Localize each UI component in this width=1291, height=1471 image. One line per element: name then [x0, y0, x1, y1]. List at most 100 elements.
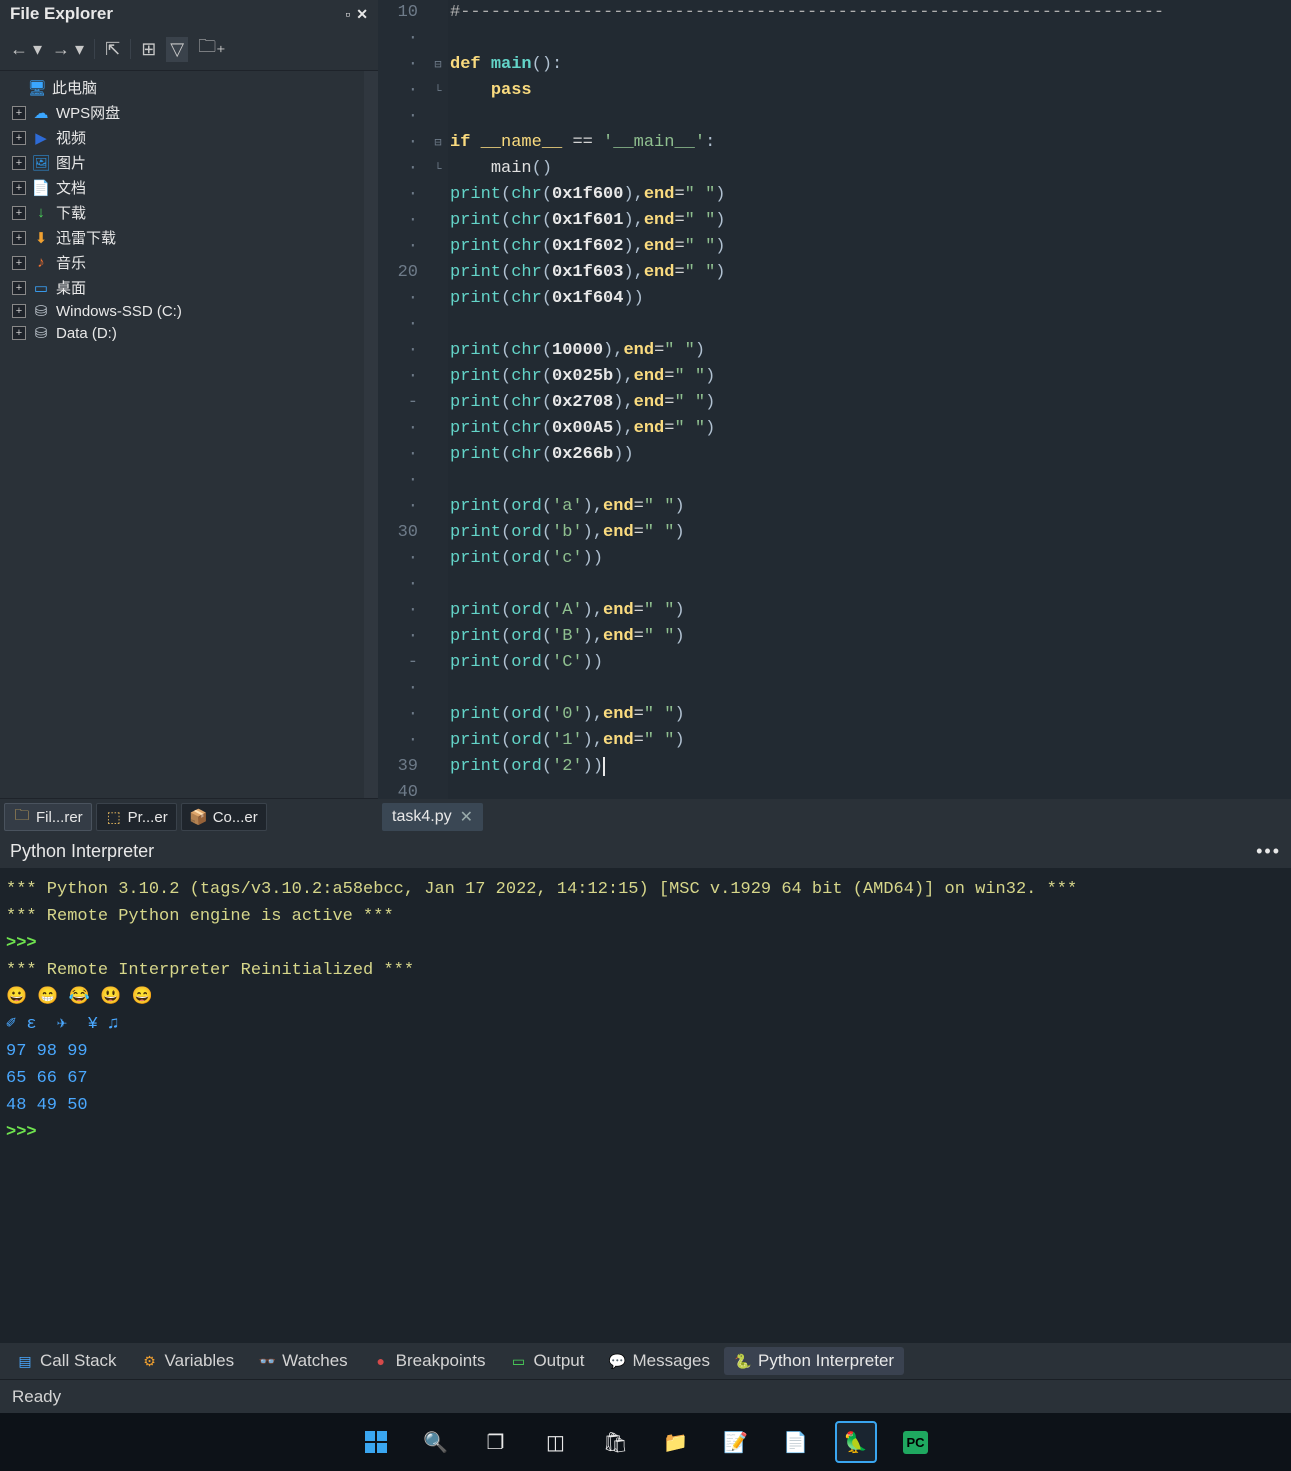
- file-explorer-toolbar: ← ▾ → ▾ ⇱ ⊞ ▽ 🗀₊: [0, 28, 378, 71]
- back-button[interactable]: ← ▾: [10, 39, 42, 60]
- store-icon[interactable]: 🛍: [595, 1421, 637, 1463]
- notes-icon[interactable]: 📄: [775, 1421, 817, 1463]
- output-line: 48 49 50: [6, 1092, 1285, 1119]
- interpreter-menu-icon[interactable]: •••: [1256, 841, 1281, 862]
- tab-icon: ⚙: [141, 1353, 159, 1370]
- bottom-tab-output[interactable]: ▭Output: [499, 1347, 594, 1375]
- expander-icon[interactable]: +: [12, 304, 26, 318]
- bottom-tab-variables[interactable]: ⚙Variables: [131, 1347, 245, 1375]
- tab-icon: ▤: [16, 1353, 34, 1370]
- left-tab[interactable]: ⬚Pr...er: [96, 803, 177, 831]
- expander-icon[interactable]: +: [12, 106, 26, 120]
- tree-item[interactable]: +⛁Data (D:): [6, 322, 358, 344]
- bottom-tab-call-stack[interactable]: ▤Call Stack: [6, 1347, 127, 1375]
- tab-icon: 📦: [190, 808, 208, 826]
- file-explorer-title: File Explorer: [10, 4, 113, 24]
- folder-icon: 🖼: [32, 154, 50, 172]
- tab-icon: ▭: [509, 1353, 527, 1370]
- output-line: >>>: [6, 1119, 1285, 1146]
- left-tab[interactable]: 📦Co...er: [181, 803, 267, 831]
- folder-icon: ⛁: [32, 324, 50, 342]
- expander-icon[interactable]: +: [12, 231, 26, 245]
- folder-icon: ⬇: [32, 229, 50, 247]
- editor-tab-task4[interactable]: task4.py ✕: [382, 803, 483, 831]
- bottom-tab-watches[interactable]: 👓Watches: [248, 1347, 358, 1375]
- folder-icon: ▭: [32, 279, 50, 297]
- bottom-tab-messages[interactable]: 💬Messages: [599, 1347, 720, 1375]
- expander-icon[interactable]: +: [12, 156, 26, 170]
- app-icon[interactable]: 🦜: [835, 1421, 877, 1463]
- expander-icon[interactable]: +: [12, 256, 26, 270]
- interpreter-title: Python Interpreter: [10, 841, 154, 862]
- taskbar: 🔍 ❐ ◫ 🛍 📁 📝 📄 🦜 PC: [0, 1413, 1291, 1471]
- output-line: *** Remote Python engine is active ***: [6, 903, 1285, 930]
- expander-icon[interactable]: +: [12, 281, 26, 295]
- new-folder-button[interactable]: 🗀₊: [198, 34, 226, 64]
- folder-icon[interactable]: 📁: [655, 1421, 697, 1463]
- folder-icon: ♪: [32, 254, 50, 272]
- file-explorer-panel: File Explorer ▫ ✕ ← ▾ → ▾ ⇱ ⊞ ▽ 🗀₊ 🖥此电脑 +…: [0, 0, 378, 835]
- tab-icon: 👓: [258, 1353, 276, 1370]
- expander-icon[interactable]: +: [12, 181, 26, 195]
- tree-item[interactable]: +▶视频: [6, 125, 358, 150]
- tab-icon: 🗀: [13, 808, 31, 826]
- pycharm-icon[interactable]: PC: [895, 1421, 937, 1463]
- tab-icon: 🐍: [734, 1353, 752, 1370]
- up-button[interactable]: ⇱: [105, 39, 120, 60]
- output-line: *** Python 3.10.2 (tags/v3.10.2:a58ebcc,…: [6, 876, 1285, 903]
- close-icon[interactable]: ✕: [356, 6, 368, 23]
- editor-panel: 10·········20····-····30····-···3940 ⊟└⊟…: [378, 0, 1291, 835]
- expander-icon[interactable]: +: [12, 206, 26, 220]
- tree-scrollbar[interactable]: [364, 71, 378, 798]
- editor-tab-label: task4.py: [392, 808, 452, 826]
- widgets-icon[interactable]: ◫: [535, 1421, 577, 1463]
- status-bar: Ready: [0, 1379, 1291, 1413]
- tree-item[interactable]: +📄文档: [6, 175, 358, 200]
- status-text: Ready: [12, 1387, 61, 1407]
- interpreter-output[interactable]: *** Python 3.10.2 (tags/v3.10.2:a58ebcc,…: [0, 868, 1291, 1343]
- notepad-icon[interactable]: 📝: [715, 1421, 757, 1463]
- output-line: *** Remote Interpreter Reinitialized ***: [6, 957, 1285, 984]
- restore-icon[interactable]: ▫: [345, 6, 350, 23]
- expander-icon[interactable]: +: [12, 326, 26, 340]
- tab-icon: ⬚: [105, 808, 123, 826]
- folder-icon: ↓: [32, 204, 50, 222]
- tab-icon: ●: [372, 1353, 390, 1369]
- computer-icon: 🖥: [28, 79, 46, 97]
- tree-button[interactable]: ⊞: [141, 39, 156, 60]
- tree-item[interactable]: +⛁Windows-SSD (C:): [6, 300, 358, 322]
- left-tab[interactable]: 🗀Fil...rer: [4, 803, 92, 831]
- folder-icon: ▶: [32, 129, 50, 147]
- bottom-tab-breakpoints[interactable]: ●Breakpoints: [362, 1347, 496, 1375]
- interpreter-panel: Python Interpreter ••• *** Python 3.10.2…: [0, 835, 1291, 1379]
- output-line: >>>: [6, 930, 1285, 957]
- folder-icon: 📄: [32, 179, 50, 197]
- tab-icon: 💬: [609, 1353, 627, 1370]
- folder-icon: ⛁: [32, 302, 50, 320]
- tree-item[interactable]: +⬇迅雷下载: [6, 225, 358, 250]
- close-tab-icon[interactable]: ✕: [460, 807, 473, 827]
- expander-icon[interactable]: +: [12, 131, 26, 145]
- tree-item[interactable]: +☁WPS网盘: [6, 100, 358, 125]
- line-numbers: 10·········20····-····30····-···3940: [378, 0, 428, 799]
- tree-item[interactable]: +▭桌面: [6, 275, 358, 300]
- search-icon[interactable]: 🔍: [415, 1421, 457, 1463]
- bottom-tab-python-interpreter[interactable]: 🐍Python Interpreter: [724, 1347, 904, 1375]
- bottom-tabs: ▤Call Stack⚙Variables👓Watches●Breakpoint…: [0, 1343, 1291, 1379]
- code-area[interactable]: #---------------------------------------…: [448, 0, 1291, 799]
- tree-item[interactable]: +↓下载: [6, 200, 358, 225]
- folder-icon: ☁: [32, 104, 50, 122]
- start-icon[interactable]: [355, 1421, 397, 1463]
- code-editor[interactable]: 10·········20····-····30····-···3940 ⊟└⊟…: [378, 0, 1291, 799]
- output-line: ✐ ɛ ✈ ¥ ♫: [6, 1011, 1285, 1038]
- editor-tabs: task4.py ✕: [378, 799, 1291, 835]
- tree-item[interactable]: +🖼图片: [6, 150, 358, 175]
- file-tree[interactable]: 🖥此电脑+☁WPS网盘+▶视频+🖼图片+📄文档+↓下载+⬇迅雷下载+♪音乐+▭桌…: [0, 71, 364, 798]
- filter-button[interactable]: ▽: [166, 37, 188, 62]
- taskview-icon[interactable]: ❐: [475, 1421, 517, 1463]
- fold-column[interactable]: ⊟└⊟└: [428, 0, 448, 799]
- tree-item[interactable]: +♪音乐: [6, 250, 358, 275]
- output-line: 97 98 99: [6, 1038, 1285, 1065]
- forward-button[interactable]: → ▾: [52, 39, 84, 60]
- tree-root[interactable]: 🖥此电脑: [6, 75, 358, 100]
